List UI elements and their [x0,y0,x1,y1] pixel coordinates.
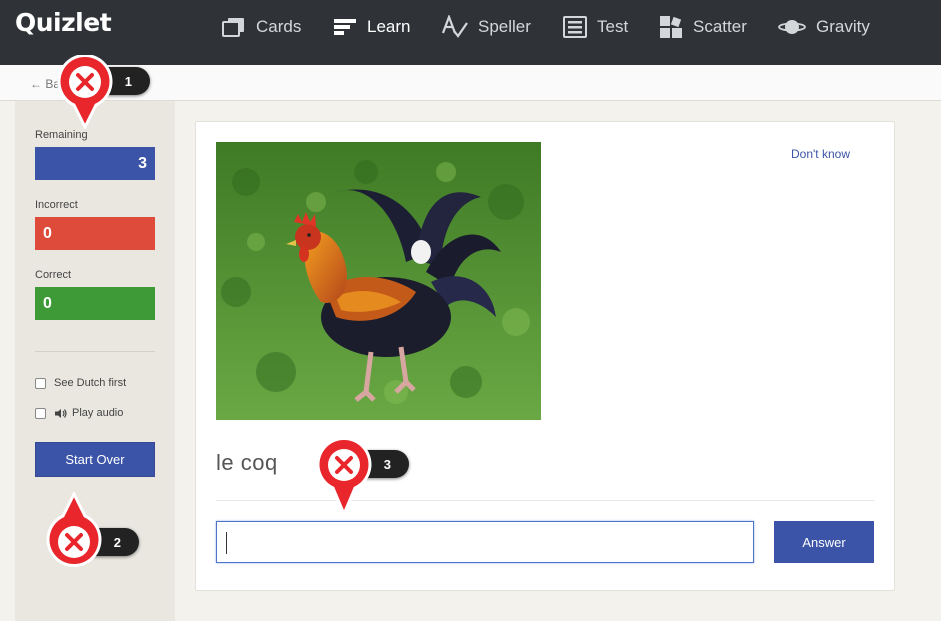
nav-item-label: Gravity [816,17,870,36]
incorrect-label: Incorrect [35,199,78,211]
sidebar-divider [35,351,155,352]
see-dutch-first-checkbox[interactable] [35,377,46,389]
term-text: le coq [216,450,278,475]
play-audio-checkbox[interactable] [35,407,46,419]
remaining-count: 3 [35,147,155,180]
quizlet-logo[interactable]: Quizlet [15,8,112,37]
play-audio-label: Play audio [72,407,124,419]
nav-item-learn[interactable]: Learn [333,12,410,42]
nav-item-label: Speller [478,17,531,36]
test-icon [563,16,587,38]
error-marker-1: 1 [56,55,150,129]
error-marker-2: 2 [45,492,139,570]
cards-icon [222,18,244,37]
learn-icon [334,19,356,35]
nav-item-label: Test [597,17,629,36]
nav-item-speller[interactable]: Speller [442,12,531,42]
answer-button[interactable]: Answer [774,521,874,563]
see-dutch-first-option[interactable]: See Dutch first [35,377,126,389]
nav-item-label: Scatter [693,17,747,36]
nav-item-gravity[interactable]: Gravity [778,12,870,42]
error-marker-3: 3 [315,438,409,516]
nav-item-scatter[interactable]: Scatter [659,12,747,42]
term-image [216,142,541,420]
nav-item-label: Cards [256,17,302,36]
incorrect-count: 0 [35,217,155,250]
text-cursor [226,532,227,554]
dont-know-link[interactable]: Don't know [791,147,850,161]
nav-item-test[interactable]: Test [563,12,628,42]
play-audio-option[interactable]: Play audio [35,407,123,419]
speller-icon [442,15,468,38]
answer-input[interactable] [216,521,754,563]
correct-count: 0 [35,287,155,320]
nav-item-label: Learn [367,17,411,36]
see-dutch-first-label: See Dutch first [54,377,127,389]
correct-label: Correct [35,269,72,281]
scatter-icon [660,16,682,38]
error-pin-icon [316,438,372,516]
start-over-button[interactable]: Start Over [35,442,155,477]
rooster-illustration [216,142,541,420]
speaker-icon [55,408,67,418]
error-pin-icon [57,55,113,129]
gravity-icon [778,20,806,34]
error-pin-icon [46,492,102,568]
question-card: Don't know le coq Answer [195,121,895,591]
remaining-label: Remaining [35,129,88,141]
nav-item-cards[interactable]: Cards [222,12,301,42]
